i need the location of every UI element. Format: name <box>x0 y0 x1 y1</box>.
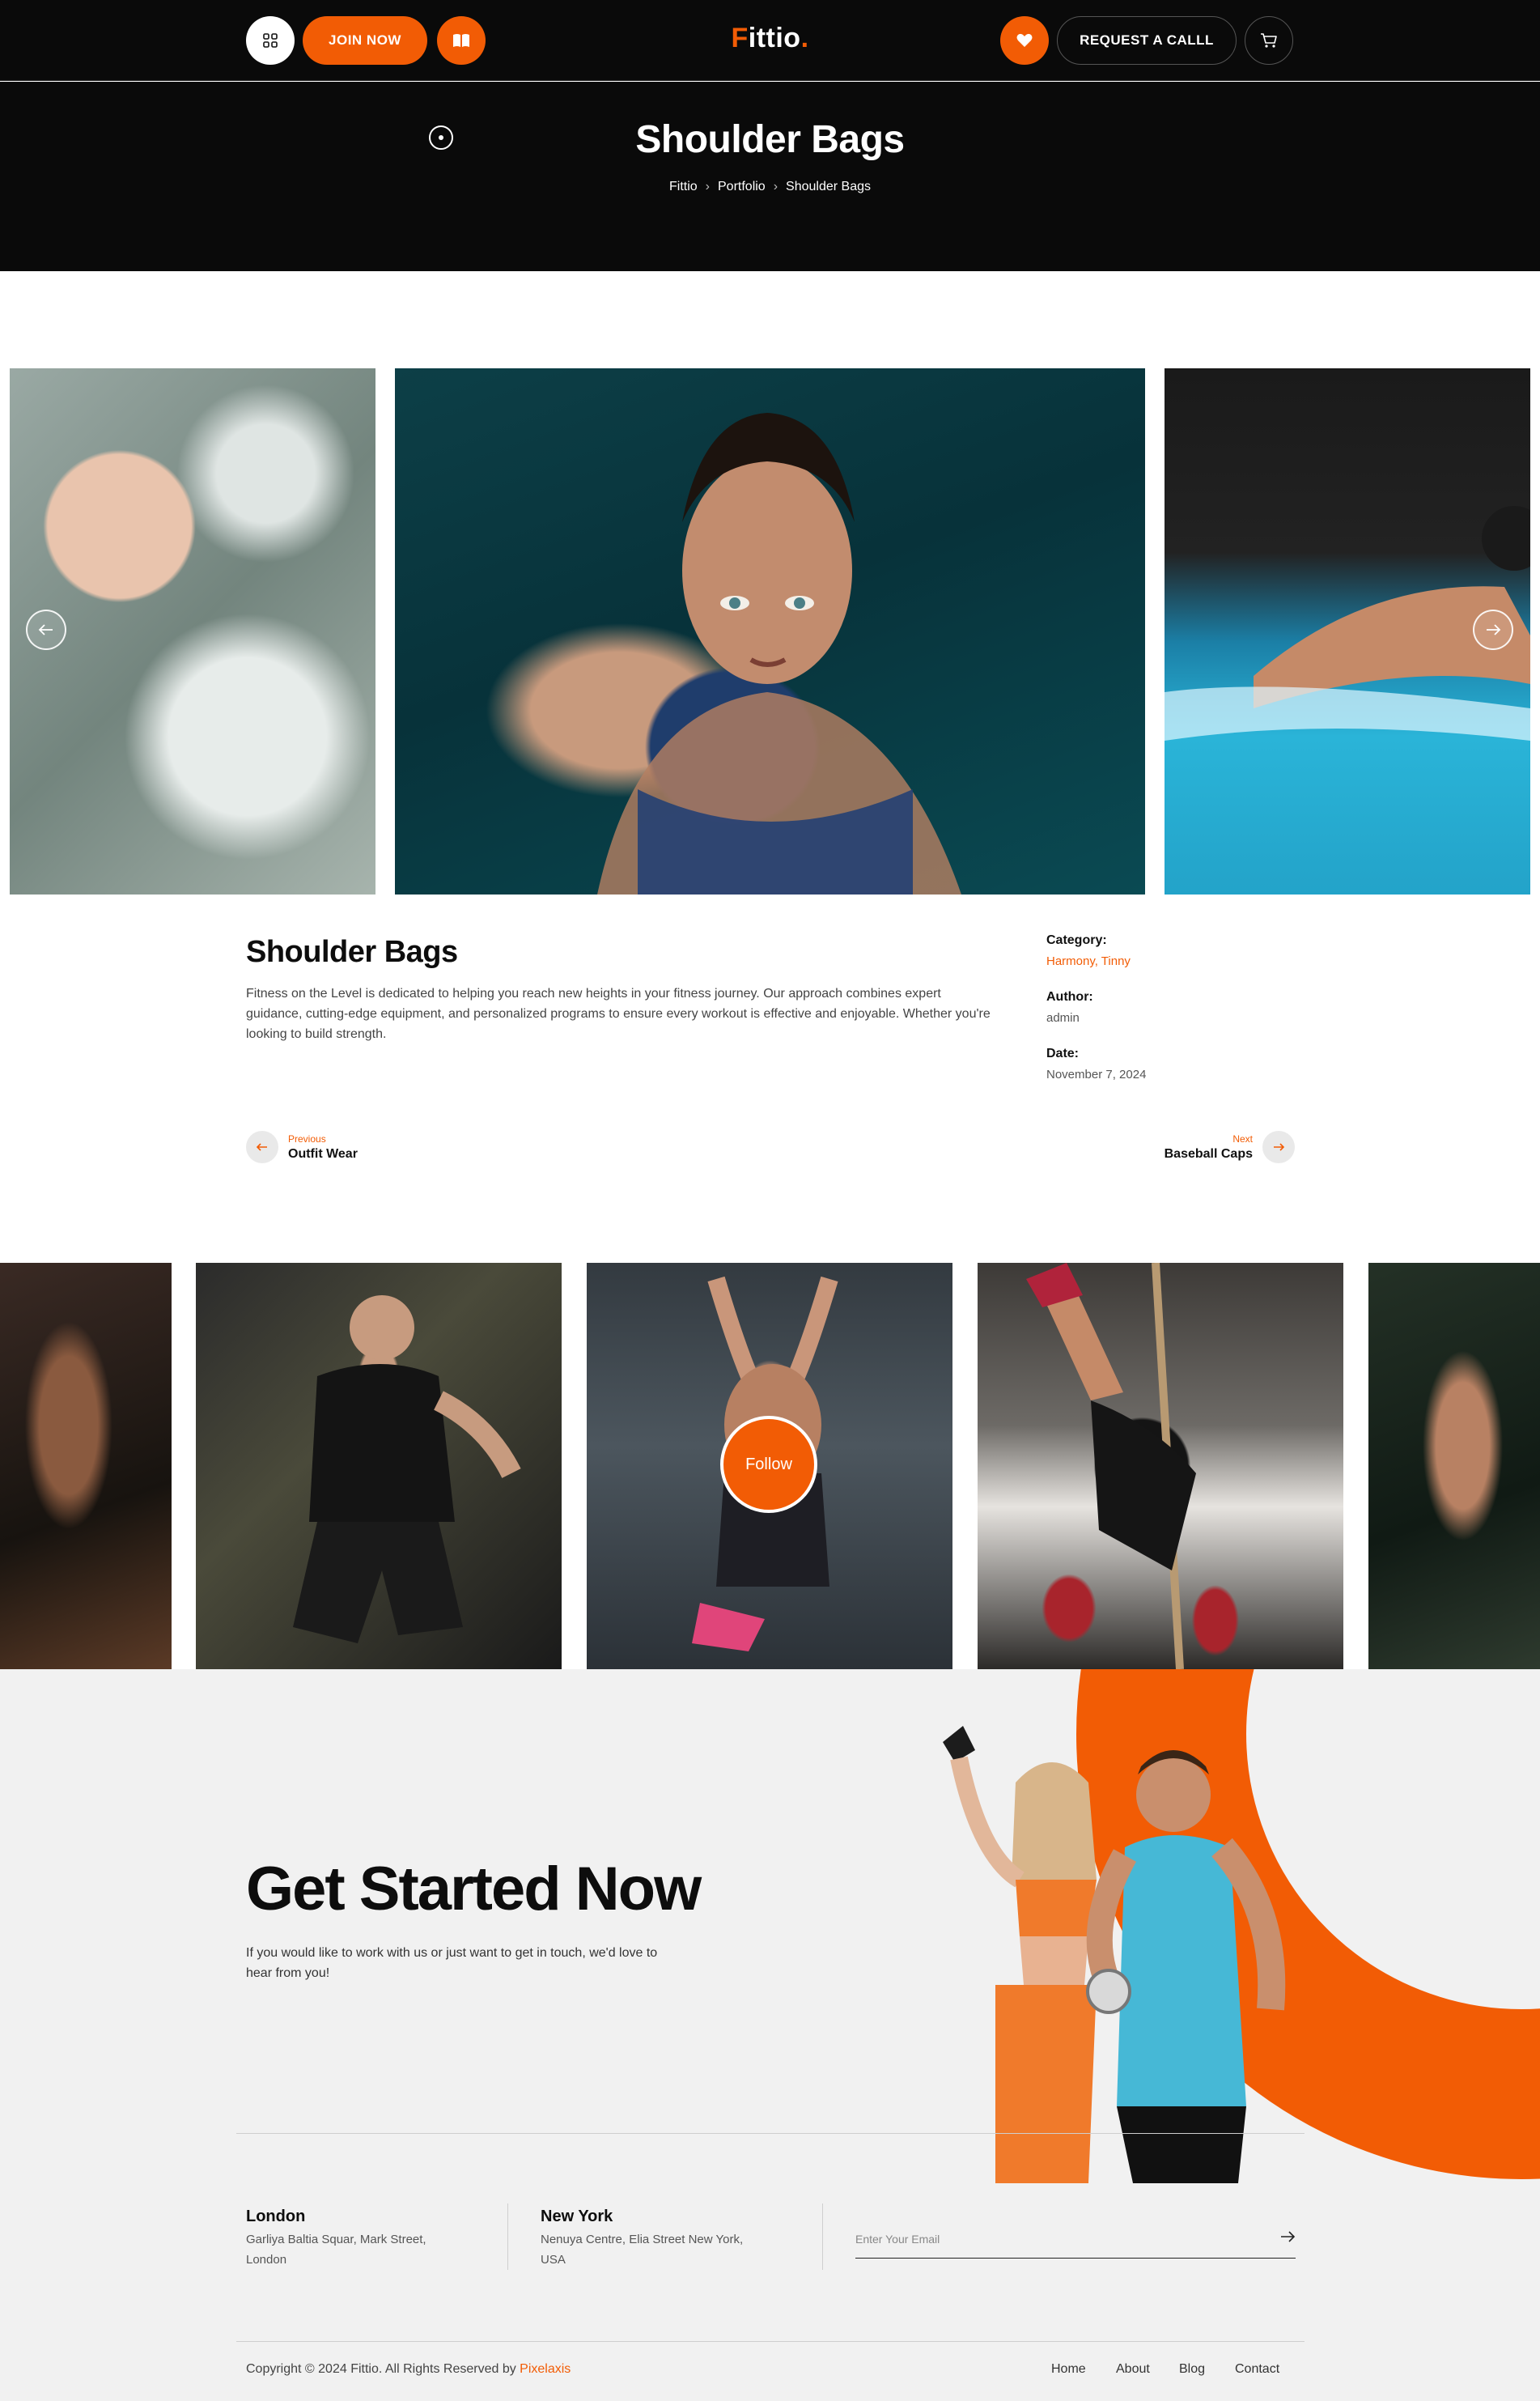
instagram-image-runner[interactable] <box>0 1263 172 1669</box>
footer-link-home[interactable]: Home <box>1051 2362 1086 2377</box>
column-divider <box>507 2203 508 2270</box>
breadcrumb-separator: › <box>705 180 710 193</box>
instagram-image-cable-workout[interactable] <box>196 1263 562 1669</box>
gallery-image-swimmer-portrait <box>395 368 1145 895</box>
join-now-button[interactable]: JOIN NOW <box>303 16 427 65</box>
swimmer-illustration <box>597 413 961 895</box>
author-value: admin <box>1046 1011 1080 1025</box>
breadcrumb: Fittio › Portfolio › Shoulder Bags <box>0 180 1540 194</box>
get-started-title: Get Started Now <box>246 1855 702 1923</box>
arrow-right-icon <box>1274 1143 1285 1151</box>
arrow-left-icon <box>38 624 53 635</box>
site-header: JOIN NOW Fittio. REQUEST A CALLL <box>0 0 1540 81</box>
page-title: Shoulder Bags <box>635 118 905 161</box>
arrow-right-icon <box>1487 624 1501 635</box>
book-button[interactable] <box>437 16 486 65</box>
arrow-left-icon <box>256 1143 267 1151</box>
copyright-brand-link[interactable]: Pixelaxis <box>520 2362 571 2376</box>
prev-arrow-circle[interactable] <box>246 1131 278 1163</box>
logo-dot: . <box>800 23 809 53</box>
project-description: Fitness on the Level is dedicated to hel… <box>246 987 991 1041</box>
office-london: London Garliya Baltia Squar, Mark Street… <box>246 2208 465 2270</box>
breadcrumb-home-link[interactable]: Fittio <box>669 180 698 194</box>
wishlist-button[interactable] <box>1000 16 1049 65</box>
arrow-right-icon <box>1281 2231 1296 2242</box>
office-city: London <box>246 2208 306 2225</box>
next-post-link[interactable]: Next Baseball Caps <box>1149 1131 1295 1163</box>
page-hero <box>0 82 1540 271</box>
project-author: Author: admin <box>1046 990 1289 1025</box>
next-small-label: Next <box>1232 1133 1253 1145</box>
athlete-illustration <box>293 1295 521 1643</box>
breadcrumb-separator: › <box>773 180 778 193</box>
project-date: Date: November 7, 2024 <box>1046 1047 1289 1082</box>
athlete-illustration <box>1026 1263 1196 1669</box>
slider-next-button[interactable] <box>1473 610 1513 650</box>
office-new-york: New York Nenuya Centre, Elia Street New … <box>541 2208 759 2270</box>
footer-link-blog[interactable]: Blog <box>1179 2362 1205 2377</box>
category-label: Category: <box>1046 933 1107 947</box>
grid-icon <box>263 33 278 48</box>
breadcrumb-current: Shoulder Bags <box>786 180 871 193</box>
request-call-button[interactable]: REQUEST A CALLL <box>1057 16 1237 65</box>
prev-small-label: Previous <box>288 1133 326 1145</box>
cart-button[interactable] <box>1245 16 1293 65</box>
instagram-follow-button[interactable]: Follow <box>720 1416 817 1513</box>
next-arrow-circle[interactable] <box>1262 1131 1295 1163</box>
book-icon <box>453 34 469 47</box>
footer-link-about[interactable]: About <box>1116 2362 1150 2377</box>
column-divider <box>822 2203 823 2270</box>
project-category: Category: Harmony, Tinny <box>1046 933 1289 968</box>
newsletter-email-input[interactable] <box>855 2232 1244 2246</box>
instagram-image-rope-climb[interactable] <box>978 1263 1343 1669</box>
author-label: Author: <box>1046 990 1093 1004</box>
footer-divider <box>236 2133 1305 2134</box>
copyright-label: Copyright © 2024 Fittio. All Rights Rese… <box>246 2362 520 2376</box>
date-label: Date: <box>1046 1047 1080 1060</box>
get-started-text: If you would like to work with us or jus… <box>246 1946 658 1980</box>
footer-divider <box>236 2341 1305 2342</box>
office-address: Nenuya Centre, Elia Street New York, USA <box>541 2233 744 2267</box>
athletes-illustration <box>943 1726 1286 2183</box>
heart-icon <box>1016 33 1033 47</box>
prev-post-title[interactable]: Outfit Wear <box>288 1147 358 1162</box>
newsletter-form <box>855 2220 1296 2259</box>
breadcrumb-portfolio-link[interactable]: Portfolio <box>718 180 766 194</box>
get-started-section <box>0 1669 1540 2401</box>
instagram-image-bicep-curl[interactable] <box>1368 1263 1540 1669</box>
logo-letter: F <box>731 23 749 53</box>
next-post-title[interactable]: Baseball Caps <box>1165 1147 1253 1162</box>
previous-post-link[interactable]: Previous Outfit Wear <box>246 1131 358 1163</box>
office-city: New York <box>541 2208 613 2225</box>
footer-link-contact[interactable]: Contact <box>1235 2362 1279 2377</box>
slider-prev-button[interactable] <box>26 610 66 650</box>
copyright-text: Copyright © 2024 Fittio. All Rights Rese… <box>246 2362 571 2377</box>
logo-text: ittio <box>748 23 801 53</box>
office-address: Garliya Baltia Squar, Mark Street, Londo… <box>246 2233 426 2267</box>
cart-icon <box>1261 33 1277 48</box>
date-value: November 7, 2024 <box>1046 1068 1147 1082</box>
menu-grid-button[interactable] <box>246 16 295 65</box>
site-logo[interactable]: Fittio. <box>712 23 828 54</box>
newsletter-submit-button[interactable] <box>1279 2230 1296 2247</box>
category-value[interactable]: Harmony, Tinny <box>1046 954 1289 968</box>
project-title: Shoulder Bags <box>246 935 458 969</box>
